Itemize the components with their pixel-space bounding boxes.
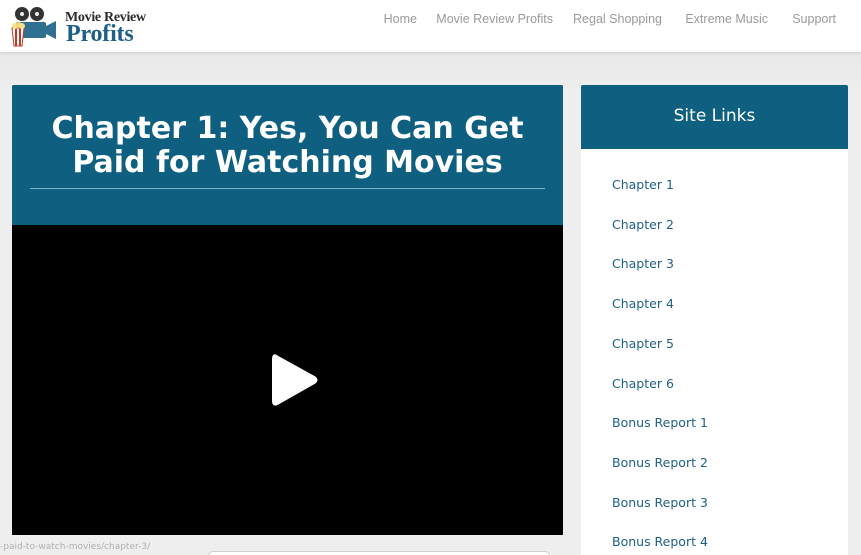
sidebar-title: Site Links [673, 106, 756, 126]
page-title: Chapter 1: Yes, You Can Get Paid for Wat… [51, 111, 524, 180]
main-content-card: Chapter 1: Yes, You Can Get Paid for Wat… [12, 85, 563, 535]
sidebar-link-chapter-5[interactable]: Chapter 5 [612, 336, 674, 351]
sidebar-link-bonus-report-4[interactable]: Bonus Report 4 [612, 534, 708, 549]
top-navigation-bar: Movie Review Profits Home Movie Review P… [0, 0, 861, 52]
play-icon[interactable] [264, 351, 322, 409]
page: Movie Review Profits Home Movie Review P… [0, 0, 861, 555]
sidebar-header: Site Links [581, 85, 848, 149]
title-divider [30, 188, 545, 189]
sidebar-link-chapter-1[interactable]: Chapter 1 [612, 177, 674, 192]
sidebar-link-chapter-2[interactable]: Chapter 2 [612, 217, 674, 232]
nav-regal-shopping-link[interactable]: Regal Shopping [573, 12, 662, 26]
sidebar-link-bonus-report-1[interactable]: Bonus Report 1 [612, 415, 708, 430]
bottom-field[interactable] [208, 551, 550, 555]
sidebar-link-chapter-4[interactable]: Chapter 4 [612, 296, 674, 311]
sidebar-link-chapter-3[interactable]: Chapter 3 [612, 256, 674, 271]
logo-text-profits: Profits [66, 21, 134, 47]
nav-home-link[interactable]: Home [384, 12, 417, 26]
site-logo[interactable]: Movie Review Profits [10, 6, 146, 48]
chapter-title-banner: Chapter 1: Yes, You Can Get Paid for Wat… [12, 85, 563, 225]
sidebar-link-bonus-report-3[interactable]: Bonus Report 3 [612, 495, 708, 510]
sidebar-link-chapter-6[interactable]: Chapter 6 [612, 376, 674, 391]
sidebar-link-bonus-report-2[interactable]: Bonus Report 2 [612, 455, 708, 470]
film-reel-popcorn-icon [11, 7, 56, 47]
video-player[interactable] [12, 225, 563, 535]
nav-movie-review-profits-link[interactable]: Movie Review Profits [436, 12, 553, 26]
nav-support-link[interactable]: Support [792, 12, 836, 26]
status-bar-url: -paid-to-watch-movies/chapter-3/ [0, 542, 151, 552]
sidebar: Site Links Chapter 1 Chapter 2 Chapter 3… [581, 85, 848, 555]
nav-extreme-music-link[interactable]: Extreme Music [685, 12, 768, 26]
